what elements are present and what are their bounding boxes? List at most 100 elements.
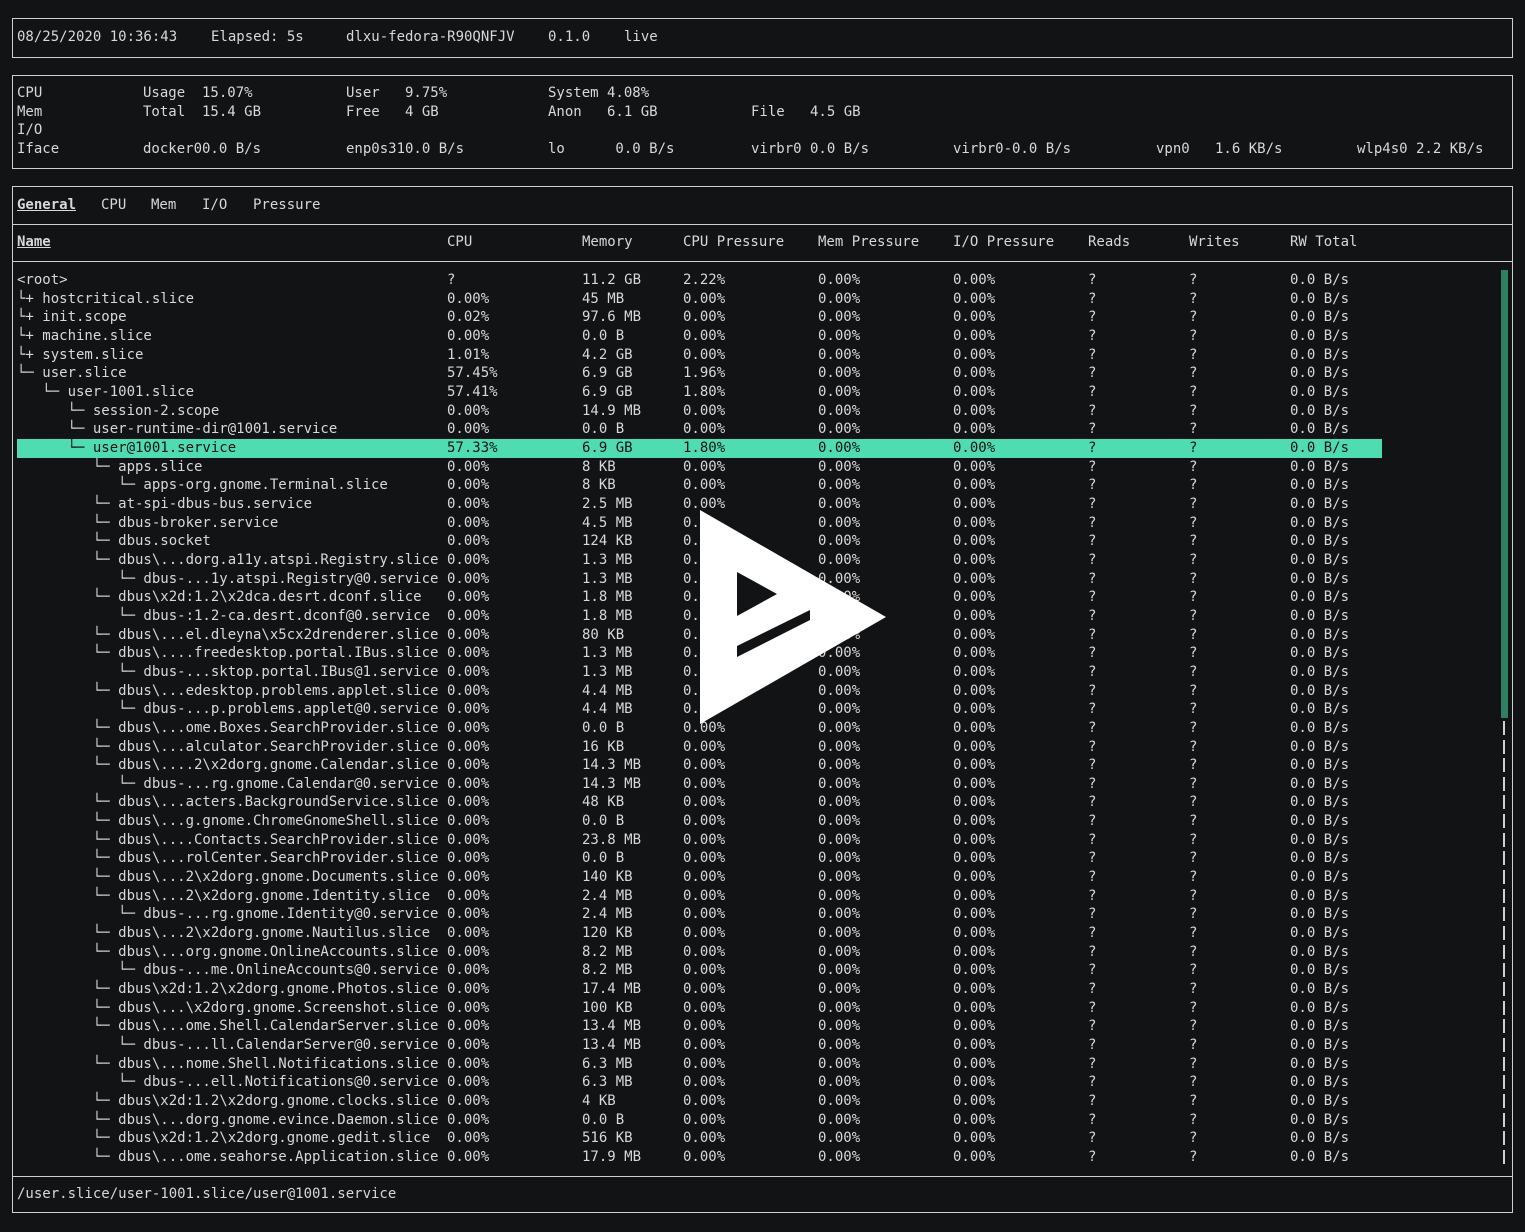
col-rw-total[interactable]: RW Total [1290, 233, 1357, 251]
cell-cpu: 0.00% [447, 551, 490, 568]
cell-reads: ? [1088, 309, 1097, 326]
table-row[interactable]: └─ user-1001.slice 57.41% 6.9 GB 1.80% 0.00%… [17, 383, 1382, 402]
cell-io-pressure: 0.00% [953, 272, 996, 288]
table-row[interactable]: └─ dbus-...rg.gnome.Identity@0.service 0.… [17, 905, 1382, 924]
table-row[interactable]: └─ dbus\x2d:1.2\x2dorg.gnome.gedit.slice… [17, 1129, 1382, 1148]
table-row[interactable]: └─ dbus\...2\x2dorg.gnome.Identity.slice… [17, 887, 1382, 906]
table-row[interactable]: └─ dbus\...nome.Shell.Notifications.slic… [17, 1055, 1382, 1074]
header-elapsed: Elapsed: 5s [211, 29, 304, 45]
cell-cpu: 0.00% [447, 794, 490, 811]
col-name[interactable]: Name [17, 233, 51, 251]
table-row[interactable]: └─ dbus\...ome.Shell.CalendarServer.slic… [17, 1017, 1382, 1036]
col-mem-pressure[interactable]: Mem Pressure [818, 233, 919, 251]
cell-rw-total: 0.0 B/s [1290, 439, 1350, 456]
cell-reads: ? [1088, 607, 1097, 624]
cell-rw-total: 0.0 B/s [1290, 831, 1350, 848]
table-row[interactable]: └─ dbus-...me.OnlineAccounts@0.service 0.… [17, 961, 1382, 980]
cell-writes: ? [1189, 738, 1198, 755]
table-row[interactable]: └─ dbus\...ome.seahorse.Application.slic… [17, 1148, 1382, 1167]
cell-cpu-pressure: 0.00% [683, 850, 726, 867]
scrollbar-thumb[interactable] [1501, 270, 1508, 718]
table-row[interactable]: └─ session-2.scope 0.00% 14.9 MB 0.00% 0.00%… [17, 402, 1382, 421]
cell-io-pressure: 0.00% [953, 906, 996, 923]
tab-io[interactable]: I/O [202, 196, 227, 214]
col-cpu[interactable]: CPU [447, 233, 472, 251]
table-row[interactable]: └─ dbus\...alculator.SearchProvider.slic… [17, 738, 1382, 757]
col-io-pressure[interactable]: I/O Pressure [953, 233, 1054, 251]
cell-io-pressure: 0.00% [953, 701, 996, 718]
table-row[interactable]: └─ dbus\...dorg.gnome.evince.Daemon.slic… [17, 1111, 1382, 1130]
cell-writes: ? [1189, 346, 1198, 363]
table-row[interactable]: └─ user@1001.service 57.33% 6.9 GB 1.80% 0.0… [17, 438, 1382, 458]
cell-io-pressure: 0.00% [953, 290, 996, 307]
table-row[interactable]: └─ dbus\...\x2dorg.gnome.Screenshot.slic… [17, 999, 1382, 1018]
cell-name: └+ machine.slice [17, 327, 152, 344]
cell-cpu: 0.00% [447, 533, 490, 550]
table-row[interactable]: └─ dbus\...2\x2dorg.gnome.Documents.slic… [17, 868, 1382, 887]
table-row[interactable]: └─ dbus-...rg.gnome.Calendar@0.service 0.… [17, 775, 1382, 794]
col-memory[interactable]: Memory [582, 233, 633, 251]
table-row[interactable]: └─ dbus-...ll.CalendarServer@0.service 0.… [17, 1036, 1382, 1055]
cell-rw-total: 0.0 B/s [1290, 663, 1350, 680]
table-row[interactable]: └+ machine.slice 0.00% 0.0 B 0.00% 0.00% 0.00… [17, 327, 1382, 346]
cell-mem-pressure: 0.00% [818, 869, 861, 886]
cell-io-pressure: 0.00% [953, 1055, 996, 1072]
cell-cpu: 0.00% [447, 850, 490, 867]
play-icon[interactable] [700, 510, 886, 724]
table-row[interactable]: └─ dbus\...org.gnome.OnlineAccounts.slic… [17, 943, 1382, 962]
cell-name: └─ apps-org.gnome.Terminal.slice [17, 477, 388, 494]
table-row[interactable]: └─ user.slice 57.45% 6.9 GB 1.96% 0.00% 0.00%… [17, 364, 1382, 383]
table-row[interactable]: └─ dbus\...acters.BackgroundService.slic… [17, 793, 1382, 812]
cell-reads: ? [1088, 869, 1097, 886]
tab-pressure[interactable]: Pressure [253, 196, 320, 214]
table-row[interactable]: └+ system.slice 1.01% 4.2 GB 0.00% 0.00% 0.00… [17, 346, 1382, 365]
iface-label: Iface [17, 141, 60, 157]
cell-writes: ? [1189, 1130, 1198, 1147]
cpu-system: System 4.08% [548, 85, 650, 101]
cell-name: └─ dbus\...rolCenter.SearchProvider.slic… [17, 850, 439, 867]
cell-rw-total: 0.0 B/s [1290, 421, 1350, 438]
cell-memory: 17.9 MB [582, 1149, 642, 1166]
table-row[interactable]: <root>? 11.2 GB 2.22% 0.00% 0.00%?? 0.0 B/s [17, 271, 1382, 290]
table-row[interactable]: └─ apps.slice 0.00% 8 KB 0.00% 0.00% 0.00%?? 0… [17, 458, 1382, 477]
cell-reads: ? [1088, 551, 1097, 568]
scrollbar-tick [1503, 758, 1505, 773]
table-row[interactable]: └─ user-runtime-dir@1001.service 0.00% 0.0… [17, 420, 1382, 439]
cell-reads: ? [1088, 272, 1097, 288]
col-writes[interactable]: Writes [1189, 233, 1240, 251]
col-cpu-pressure[interactable]: CPU Pressure [683, 233, 784, 251]
table-row[interactable]: └─ dbus\...rolCenter.SearchProvider.slic… [17, 849, 1382, 868]
tab-cpu[interactable]: CPU [101, 196, 126, 214]
table-row[interactable]: └─ dbus\x2d:1.2\x2dorg.gnome.Photos.slic… [17, 980, 1382, 999]
table-row[interactable]: └─ apps-org.gnome.Terminal.slice 0.00% 8 K… [17, 476, 1382, 495]
cell-name: └─ dbus\....2\x2dorg.gnome.Calendar.slic… [17, 757, 439, 774]
cell-memory: 14.9 MB [582, 402, 642, 419]
cell-name: └─ dbus.socket [17, 533, 211, 550]
table-row[interactable]: └─ dbus\...g.gnome.ChromeGnomeShell.slic… [17, 812, 1382, 831]
col-reads[interactable]: Reads [1088, 233, 1130, 251]
cell-io-pressure: 0.00% [953, 645, 996, 662]
table-row[interactable]: └─ dbus\....2\x2dorg.gnome.Calendar.slic… [17, 756, 1382, 775]
table-row[interactable]: └─ dbus-...ell.Notifications@0.service 0.… [17, 1073, 1382, 1092]
table-row[interactable]: └+ hostcritical.slice 0.00% 45 MB 0.00% 0.00… [17, 290, 1382, 309]
tab-general[interactable]: General [17, 196, 76, 214]
cell-reads: ? [1088, 495, 1097, 512]
cell-memory: 4.4 MB [582, 682, 633, 699]
cell-memory: 14.3 MB [582, 757, 642, 774]
cell-rw-total: 0.0 B/s [1290, 1149, 1350, 1166]
tab-mem[interactable]: Mem [151, 196, 176, 214]
cell-name: └─ dbus\...g.gnome.ChromeGnomeShell.slic… [17, 813, 439, 830]
table-row[interactable]: └─ dbus\...2\x2dorg.gnome.Nautilus.slice… [17, 924, 1382, 943]
cell-cpu-pressure: 0. [683, 645, 700, 662]
cell-cpu: 0.00% [447, 514, 490, 531]
cell-reads: ? [1088, 439, 1097, 456]
table-row[interactable]: └─ dbus\x2d:1.2\x2dorg.gnome.clocks.slic… [17, 1092, 1382, 1111]
cell-mem-pressure: 0.00% [818, 290, 861, 307]
table-row[interactable]: └─ dbus\....Contacts.SearchProvider.slic… [17, 831, 1382, 850]
cell-writes: ? [1189, 794, 1198, 811]
cell-cpu-pressure: 0.00% [683, 887, 726, 904]
cell-mem-pressure: 0.00% [818, 794, 861, 811]
cell-writes: ? [1189, 906, 1198, 923]
table-row[interactable]: └+ init.scope 0.02% 97.6 MB 0.00% 0.00% 0.00%… [17, 308, 1382, 327]
cell-name: └─ dbus\...ome.seahorse.Application.slic… [17, 1149, 439, 1166]
